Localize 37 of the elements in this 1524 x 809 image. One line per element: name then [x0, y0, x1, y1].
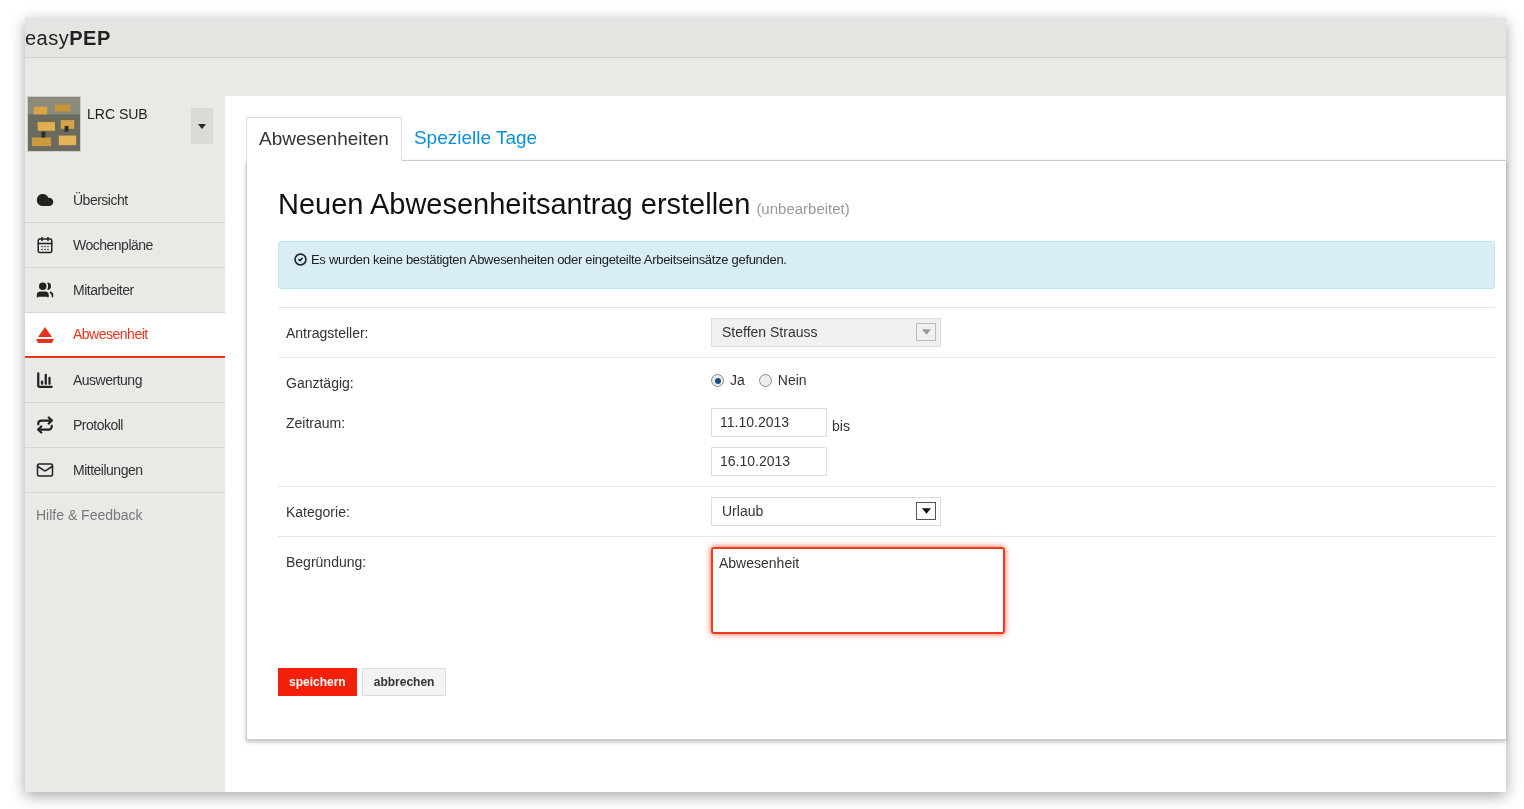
- date-field[interactable]: 16.10.2013: [711, 446, 827, 476]
- tab[interactable]: Abwesenheiten: [246, 117, 402, 161]
- save-button[interactable]: speichern: [278, 667, 357, 696]
- sidebar-item[interactable]: Abwesenheit: [25, 313, 225, 358]
- radio-button[interactable]: [711, 374, 724, 387]
- dropdown-icon: [916, 502, 936, 520]
- field-label: Zeitraum:: [286, 413, 347, 433]
- form-title: Neuen Abwesenheitsantrag erstellen: [278, 187, 751, 222]
- ship-icon: [35, 325, 55, 344]
- account-dropdown[interactable]: [191, 108, 213, 144]
- tab[interactable]: Spezielle Tage: [401, 116, 550, 160]
- help-link[interactable]: Hilfe & Feedback: [25, 505, 225, 526]
- check-circle-icon: [294, 253, 307, 266]
- dropdown-icon: [916, 323, 936, 341]
- date-field[interactable]: 11.10.2013: [711, 407, 827, 437]
- account-name: LRC SUB: [87, 105, 149, 124]
- info-text: Es wurden keine bestätigten Abwesenheiten oder eingeteilte Arbeitseinsätze gefunden.: [311, 250, 787, 269]
- cloud-icon: [35, 191, 55, 209]
- mail-icon: [35, 461, 55, 479]
- reason-field[interactable]: Abwesenheit: [711, 546, 1005, 634]
- field-label: Begründung:: [286, 552, 368, 572]
- range-separator: bis: [832, 416, 850, 436]
- cancel-button[interactable]: abbrechen: [361, 667, 447, 696]
- radio-button[interactable]: [758, 374, 772, 387]
- app-logo: easyPEP: [25, 25, 111, 51]
- radio-label: Ja: [730, 371, 745, 390]
- select-field[interactable]: Urlaub: [711, 496, 941, 526]
- users-icon: [35, 281, 55, 299]
- field-label: Ganztägig:: [286, 373, 355, 393]
- field-label: Kategorie:: [286, 502, 351, 522]
- form-status: (unbearbeitet): [756, 199, 850, 219]
- radio-label: Nein: [777, 371, 807, 390]
- caret-icon: [198, 123, 206, 129]
- field-label: Antragsteller:: [286, 323, 370, 343]
- bar-chart-icon: [35, 371, 55, 389]
- calendar-icon: [35, 236, 55, 254]
- arrows-icon: [35, 416, 55, 434]
